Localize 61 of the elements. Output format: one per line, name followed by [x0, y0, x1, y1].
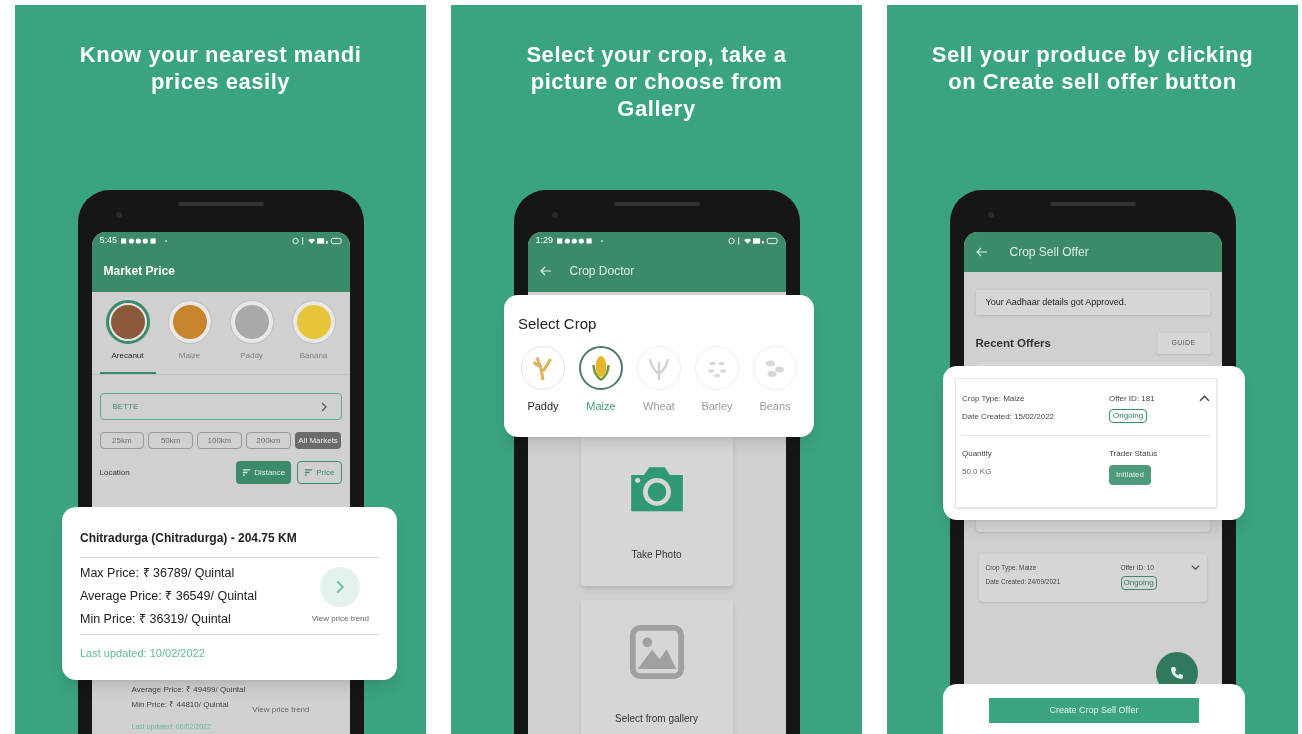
back-arrow-icon[interactable]	[975, 247, 988, 257]
sort-button[interactable]: Distance	[236, 461, 292, 484]
radius-chip[interactable]: 50km	[148, 432, 194, 449]
price-line: Min Price: ₹ 44810/ Quintal	[131, 698, 230, 711]
radius-chip[interactable]: 200km	[245, 432, 291, 449]
price-line: Min Price: ₹ 36319/ Quintal	[80, 610, 232, 628]
trader-status-label: Trader Status	[1109, 448, 1159, 460]
search-field[interactable]: BETTE	[99, 393, 342, 420]
option-card[interactable]: Select from gallery	[580, 600, 733, 734]
date-created: Date Created: 15/02/2022	[962, 411, 1056, 423]
option-card[interactable]: Take Photo	[580, 436, 733, 586]
price-line: Average Price: ₹ 49499/ Quintal	[131, 683, 247, 696]
photo-placeholder	[110, 305, 145, 339]
crop-icon	[579, 345, 623, 390]
crop-type: Crop Type: Maize	[962, 393, 1026, 405]
photo-placeholder	[296, 305, 331, 339]
screen-title: Crop Doctor	[569, 263, 635, 280]
crop-option[interactable]: Paddy	[518, 345, 568, 414]
crop-tab[interactable]: Arecanut	[99, 300, 156, 374]
location-label: Location	[99, 466, 131, 479]
chevron-up-icon[interactable]	[1199, 393, 1210, 404]
section-title: Recent Offers	[975, 335, 1051, 351]
screen-title: Market Price	[103, 263, 175, 280]
status-badge: Ongoing	[1109, 409, 1148, 423]
quantity-value: 50.0 KG	[962, 466, 993, 478]
sort-button[interactable]: Price	[297, 461, 342, 484]
last-updated: Last updated: 10/02/2022	[80, 646, 206, 662]
filter-icon	[242, 468, 252, 477]
view-price-trend-link[interactable]: View price trend	[252, 703, 310, 732]
crop-option[interactable]: Maize	[576, 345, 626, 414]
phone-icon	[1168, 665, 1185, 681]
card-title: Select Crop	[518, 314, 598, 334]
headline: Select your crop, take a picture or choose from Gallery	[525, 41, 788, 122]
headline: Know your nearest mandi prices easily	[78, 41, 363, 95]
offer-id: Offer ID: 181	[1109, 393, 1156, 405]
radius-chip[interactable]: 25km	[99, 432, 145, 449]
filter-icon	[304, 468, 314, 477]
photo-placeholder	[172, 305, 207, 339]
price-line: Average Price: ₹ 36549/ Quintal	[80, 587, 258, 605]
status-badge: Ongoing	[1120, 575, 1157, 590]
headline: Sell your produce by clicking on Create sell offer button	[931, 41, 1254, 95]
system-icons-drawing	[727, 237, 778, 245]
status-badge: Initiated	[1109, 465, 1152, 485]
system-icons-drawing	[291, 237, 342, 245]
chevron-down-icon[interactable]	[1190, 563, 1200, 572]
create-offer-button[interactable]: Create Crop Sell Offer	[989, 698, 1199, 723]
crop-tab[interactable]: Banana	[285, 300, 342, 374]
photo-placeholder	[234, 305, 269, 339]
screen-title: Crop Sell Offer	[1009, 244, 1089, 261]
crop-tab[interactable]: Paddy	[223, 300, 280, 374]
back-arrow-icon[interactable]	[539, 266, 552, 276]
radius-chip[interactable]: All Markets	[294, 432, 342, 449]
crop-tab[interactable]: Maize	[161, 300, 218, 374]
market-title: Chitradurga (Chitradurga) - 204.75 KM	[80, 529, 379, 558]
approval-notice: Your Aadhaar details got Approved.	[975, 290, 1210, 315]
status-time: 5:45	[99, 234, 118, 248]
status-time: 1:29	[535, 234, 554, 248]
radius-chip[interactable]: 100km	[197, 432, 242, 449]
view-price-trend-link[interactable]: View price trend	[311, 613, 369, 626]
price-line: Max Price: ₹ 36789/ Quintal	[80, 565, 236, 582]
quantity-label: Quantity	[962, 448, 993, 460]
